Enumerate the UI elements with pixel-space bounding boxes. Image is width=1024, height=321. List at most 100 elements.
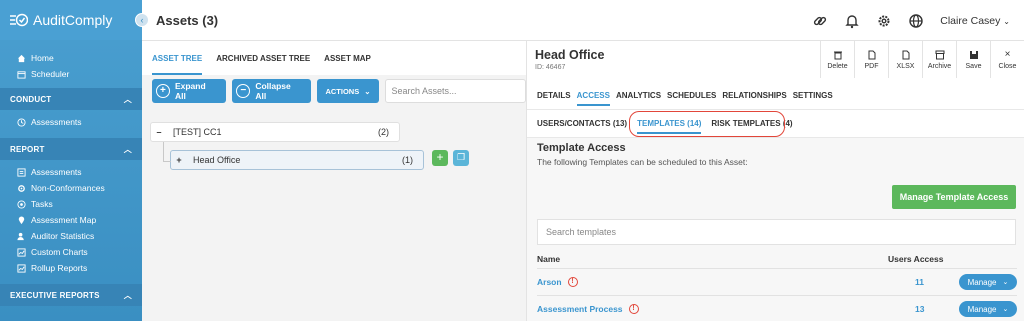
section-title: Template Access — [537, 142, 626, 154]
chevron-up-icon: ︿ — [123, 290, 132, 300]
calendar-icon — [17, 70, 26, 79]
manage-button[interactable]: Manage ⌄ — [959, 274, 1017, 290]
gear-icon[interactable] — [876, 13, 892, 29]
manage-template-access-button[interactable]: Manage Template Access — [892, 185, 1016, 209]
tab-analytics[interactable]: ANALYTICS — [616, 91, 661, 106]
user-menu[interactable]: Claire Casey ⌄ — [940, 15, 1010, 27]
section-conduct[interactable]: CONDUCT ︿ — [0, 88, 142, 110]
action-label: PDF — [864, 62, 879, 70]
section-title: REPORT — [10, 144, 45, 154]
chart-icon — [17, 263, 26, 273]
tree-connector — [163, 142, 171, 162]
users-icon — [17, 232, 24, 240]
chevron-up-icon: ︿ — [123, 94, 132, 104]
chevron-up-icon: ︿ — [123, 144, 132, 154]
sidebar-item-assessment-map[interactable]: Assessment Map — [0, 212, 142, 228]
highlight-annotation — [629, 111, 785, 137]
close-icon: × — [1004, 48, 1011, 60]
xlsx-button[interactable]: XLSX — [888, 41, 922, 78]
page-title: Assets (3) — [156, 12, 219, 28]
sidebar-item-report-assessments[interactable]: Assessments — [0, 164, 142, 180]
sidebar-item-home[interactable]: Home — [0, 50, 142, 66]
delete-button[interactable]: Delete — [820, 41, 854, 78]
close-button[interactable]: × Close — [990, 41, 1024, 78]
tab-asset-map[interactable]: ASSET MAP — [324, 54, 371, 75]
sidebar-item-label: Home — [31, 53, 54, 63]
template-name-link[interactable]: Assessment Process — [537, 304, 623, 314]
sidebar-item-non-conformances[interactable]: Non-Conformances — [0, 180, 142, 196]
chevron-down-icon: ⌄ — [1002, 306, 1009, 313]
map-pin-icon — [18, 215, 25, 224]
sidebar-item-label: Tasks — [31, 199, 53, 209]
subtab-users-contacts[interactable]: USERS/CONTACTS (13) — [537, 119, 627, 134]
sidebar: AuditComply Home Scheduler CONDUCT ︿ Ass… — [0, 0, 142, 321]
asset-detail-panel: Head Office ID: 46467 Delete PDF XLSX Ar… — [526, 41, 1024, 321]
expand-toggle-icon[interactable]: + — [171, 155, 187, 165]
globe-icon[interactable] — [908, 13, 924, 29]
tree-node-selected[interactable]: + Head Office (1) — [170, 150, 424, 170]
save-button[interactable]: Save — [956, 41, 990, 78]
button-label: Collapse All — [255, 81, 291, 101]
bell-icon[interactable] — [844, 13, 860, 29]
copy-icon[interactable]: ❐ — [453, 150, 469, 166]
tree-node-name: Head Office — [193, 155, 241, 165]
tab-relationships[interactable]: RELATIONSHIPS — [722, 91, 786, 106]
section-description: The following Templates can be scheduled… — [537, 157, 748, 167]
sidebar-item-custom-charts[interactable]: Custom Charts — [0, 244, 142, 260]
expand-all-button[interactable]: + Expand All — [152, 79, 227, 103]
users-access-count[interactable]: 11 — [915, 277, 924, 287]
tab-details[interactable]: DETAILS — [537, 91, 571, 106]
sidebar-item-auditor-statistics[interactable]: Auditor Statistics — [0, 228, 142, 244]
search-placeholder: Search templates — [546, 227, 617, 237]
section-executive-reports[interactable]: EXECUTIVE REPORTS ︿ — [0, 284, 142, 306]
sidebar-collapse-button[interactable]: ‹ — [135, 13, 149, 27]
divider — [537, 295, 1017, 296]
search-templates-input[interactable]: Search templates — [537, 219, 1016, 245]
tab-settings[interactable]: SETTINGS — [793, 91, 833, 106]
tree-node[interactable]: – [TEST] CC1 (2) — [150, 122, 400, 142]
collapse-all-button[interactable]: − Collapse All — [232, 79, 312, 103]
sidebar-item-scheduler[interactable]: Scheduler — [0, 66, 142, 82]
manage-button[interactable]: Manage ⌄ — [959, 301, 1017, 317]
archive-button[interactable]: Archive — [922, 41, 956, 78]
section-title: EXECUTIVE REPORTS — [10, 290, 100, 300]
target-icon — [17, 199, 26, 209]
chevron-down-icon: ⌄ — [1002, 279, 1009, 286]
actions-dropdown[interactable]: ACTIONS ⌄ — [317, 79, 379, 103]
sidebar-item-label: Assessment Map — [31, 215, 97, 225]
collapse-toggle-icon[interactable]: – — [151, 127, 167, 137]
brand[interactable]: AuditComply — [0, 0, 142, 40]
trash-icon — [833, 51, 842, 59]
tab-schedules[interactable]: SCHEDULES — [667, 91, 716, 106]
search-assets-input[interactable]: Search Assets... — [384, 79, 527, 103]
list-icon — [17, 167, 26, 177]
clock-icon — [17, 117, 26, 127]
action-label: Archive — [927, 62, 952, 70]
tree-node-count: (2) — [378, 127, 389, 137]
add-child-button[interactable]: + — [432, 150, 448, 166]
action-label: Delete — [827, 62, 848, 70]
pdf-button[interactable]: PDF — [854, 41, 888, 78]
template-name-link[interactable]: Arson — [537, 277, 562, 287]
chevron-down-icon: ⌄ — [1003, 16, 1010, 26]
asset-tree: – [TEST] CC1 (2) + Head Office (1) + ❐ — [150, 122, 469, 170]
chart-icon — [17, 247, 26, 257]
sidebar-item-rollup-reports[interactable]: Rollup Reports — [0, 260, 142, 276]
button-label: Manage — [967, 304, 997, 314]
chevron-down-icon: ⌄ — [364, 86, 371, 96]
sidebar-item-label: Auditor Statistics — [31, 231, 95, 241]
sidebar-item-tasks[interactable]: Tasks — [0, 196, 142, 212]
link-icon[interactable] — [812, 13, 828, 29]
tab-archived-asset-tree[interactable]: ARCHIVED ASSET TREE — [216, 54, 310, 75]
tab-access[interactable]: ACCESS — [576, 91, 610, 106]
tab-asset-tree[interactable]: ASSET TREE — [152, 54, 203, 75]
button-label: ACTIONS — [325, 86, 360, 96]
top-header: Assets (3) Claire Casey ⌄ — [142, 0, 1024, 41]
table-row: Arson ! 11 Manage ⌄ — [537, 270, 1017, 294]
button-label: Manage — [967, 277, 997, 287]
section-report[interactable]: REPORT ︿ — [0, 138, 142, 160]
sidebar-item-conduct-assessments[interactable]: Assessments — [0, 114, 142, 130]
tree-node-name: [TEST] CC1 — [173, 127, 222, 137]
action-label: Save — [965, 62, 982, 70]
users-access-count[interactable]: 13 — [915, 304, 924, 314]
